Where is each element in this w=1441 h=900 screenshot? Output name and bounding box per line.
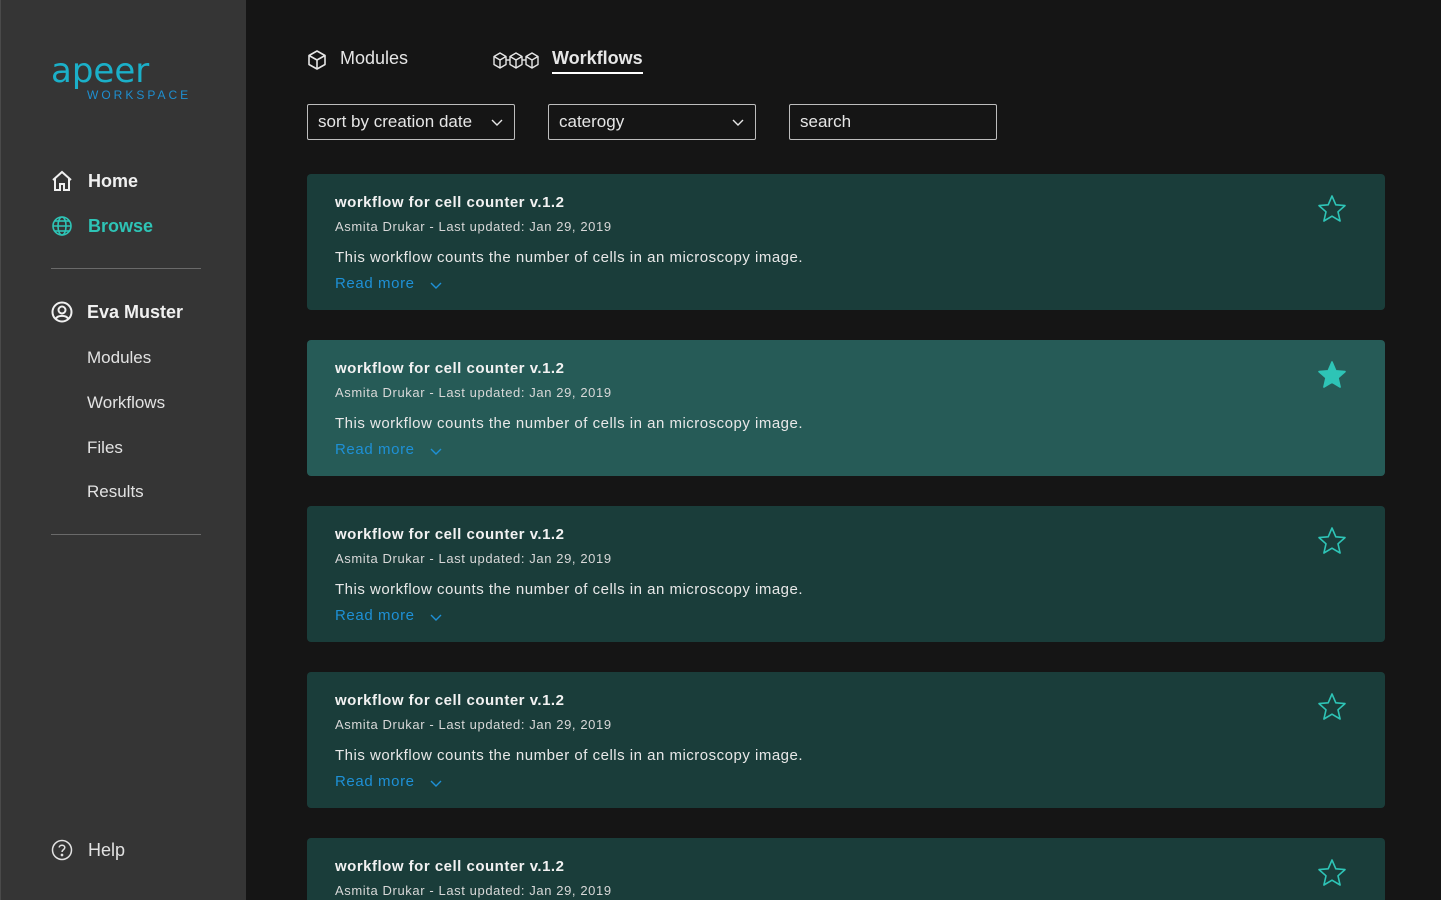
read-more-label: Read more <box>335 441 415 458</box>
workflow-card[interactable]: workflow for cell counter v.1.2 Asmita D… <box>307 506 1385 642</box>
tab-label: Workflows <box>552 48 643 74</box>
home-icon <box>51 170 73 192</box>
cubes-icon <box>492 50 540 72</box>
card-meta: Asmita Drukar - Last updated: Jan 29, 20… <box>335 717 612 732</box>
cube-icon <box>307 49 327 71</box>
user-profile[interactable]: Eva Muster <box>51 301 183 323</box>
user-name: Eva Muster <box>87 301 184 322</box>
read-more-label: Read more <box>335 607 415 624</box>
sidebar-item-workflows[interactable]: Workflows <box>87 393 165 413</box>
read-more-link[interactable]: Read more <box>335 441 443 458</box>
star-filled-icon[interactable] <box>1317 360 1347 390</box>
apeer-logo[interactable]: apeer WORKSPACE <box>51 51 188 102</box>
help-link[interactable]: Help <box>51 839 125 861</box>
card-meta: Asmita Drukar - Last updated: Jan 29, 20… <box>335 385 612 400</box>
card-meta: Asmita Drukar - Last updated: Jan 29, 20… <box>335 883 612 898</box>
read-more-link[interactable]: Read more <box>335 275 443 292</box>
sidebar-divider <box>51 534 201 535</box>
card-title[interactable]: workflow for cell counter v.1.2 <box>335 360 564 377</box>
sidebar-item-label: Home <box>88 170 139 191</box>
chevron-down-icon <box>430 614 442 621</box>
search-placeholder: search <box>800 112 852 131</box>
tab-label: Modules <box>340 48 409 68</box>
globe-icon <box>51 215 73 237</box>
workflow-card[interactable]: workflow for cell counter v.1.2 Asmita D… <box>307 672 1385 808</box>
sort-dropdown-value: sort by creation date <box>318 112 473 131</box>
chevron-down-icon <box>732 119 744 126</box>
sort-dropdown[interactable]: sort by creation date <box>307 104 515 140</box>
logo-text: apeer <box>51 51 150 91</box>
chevron-down-icon <box>430 282 442 289</box>
card-description: This workflow counts the number of cells… <box>335 249 804 266</box>
tab-modules[interactable]: Modules <box>307 48 408 72</box>
sidebar-item-modules[interactable]: Modules <box>87 348 151 368</box>
card-description: This workflow counts the number of cells… <box>335 747 804 764</box>
star-outline-icon[interactable] <box>1317 194 1347 224</box>
sidebar-item-browse[interactable]: Browse <box>51 215 153 237</box>
star-outline-icon[interactable] <box>1317 858 1347 888</box>
read-more-label: Read more <box>335 773 415 790</box>
sidebar-item-files[interactable]: Files <box>87 438 123 458</box>
card-title[interactable]: workflow for cell counter v.1.2 <box>335 858 564 875</box>
chevron-down-icon <box>491 119 503 126</box>
sidebar-item-label: Browse <box>88 215 154 236</box>
workflow-card[interactable]: workflow for cell counter v.1.2 Asmita D… <box>307 174 1385 310</box>
sidebar: apeer WORKSPACE Home Browse Eva Muster M… <box>0 0 246 900</box>
read-more-label: Read more <box>335 275 415 292</box>
read-more-link[interactable]: Read more <box>335 773 443 790</box>
category-dropdown-value: caterogy <box>559 112 625 131</box>
search-input[interactable]: search <box>789 104 997 140</box>
tab-workflows[interactable]: Workflows <box>492 48 643 74</box>
card-meta: Asmita Drukar - Last updated: Jan 29, 20… <box>335 551 612 566</box>
sidebar-divider <box>51 268 201 269</box>
star-outline-icon[interactable] <box>1317 692 1347 722</box>
chevron-down-icon <box>430 780 442 787</box>
workflow-card[interactable]: workflow for cell counter v.1.2 Asmita D… <box>307 340 1385 476</box>
sidebar-item-results[interactable]: Results <box>87 482 144 502</box>
logo-subtext: WORKSPACE <box>87 88 192 102</box>
star-outline-icon[interactable] <box>1317 526 1347 556</box>
card-description: This workflow counts the number of cells… <box>335 415 804 432</box>
card-title[interactable]: workflow for cell counter v.1.2 <box>335 194 564 211</box>
workflow-card[interactable]: workflow for cell counter v.1.2 Asmita D… <box>307 838 1385 900</box>
read-more-link[interactable]: Read more <box>335 607 443 624</box>
chevron-down-icon <box>430 448 442 455</box>
help-circle-icon <box>51 839 73 861</box>
card-description: This workflow counts the number of cells… <box>335 581 804 598</box>
sidebar-item-home[interactable]: Home <box>51 170 138 192</box>
help-label: Help <box>88 839 126 860</box>
card-title[interactable]: workflow for cell counter v.1.2 <box>335 692 564 709</box>
card-meta: Asmita Drukar - Last updated: Jan 29, 20… <box>335 219 612 234</box>
category-dropdown[interactable]: caterogy <box>548 104 756 140</box>
card-title[interactable]: workflow for cell counter v.1.2 <box>335 526 564 543</box>
user-circle-icon <box>51 301 73 323</box>
